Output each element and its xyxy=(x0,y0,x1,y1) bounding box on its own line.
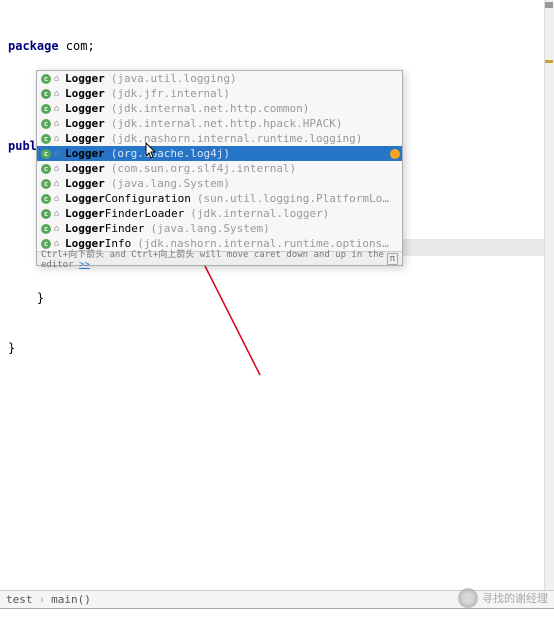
completion-item[interactable]: c⌂LoggerFinderLoader (jdk.internal.logger… xyxy=(37,206,402,221)
class-icon: c xyxy=(41,224,51,234)
completion-package: (jdk.nashorn.internal.runtime.logging) xyxy=(111,132,363,145)
completion-package: (sun.util.logging.PlatformLo… xyxy=(197,192,389,205)
completion-name: Logger xyxy=(65,132,105,145)
chevron-right-icon: › xyxy=(39,593,46,606)
keyword-package: package xyxy=(8,39,59,53)
lock-icon: ⌂ xyxy=(54,224,62,234)
completion-name: Logger xyxy=(65,117,105,130)
completion-package: (jdk.internal.net.http.common) xyxy=(111,102,310,115)
completion-package: (jdk.jfr.internal) xyxy=(111,87,230,100)
scrollbar-warning-marker[interactable] xyxy=(545,60,553,63)
completion-name: LoggerConfiguration xyxy=(65,192,191,205)
completion-name: Logger xyxy=(65,87,105,100)
vertical-scrollbar[interactable] xyxy=(544,0,554,624)
completion-name: Logger xyxy=(65,162,105,175)
completion-more-link[interactable]: >> xyxy=(79,260,90,270)
class-icon: c xyxy=(41,209,51,219)
lock-icon: ⌂ xyxy=(54,149,62,159)
lock-icon: ⌂ xyxy=(54,134,62,144)
completion-package: (org.apache.log4j) xyxy=(111,147,230,160)
completion-package: (java.util.logging) xyxy=(111,72,237,85)
completion-item[interactable]: c⌂Logger (jdk.internal.net.http.common) xyxy=(37,101,402,116)
lock-icon: ⌂ xyxy=(54,209,62,219)
completion-item[interactable]: c⌂LoggerFinder (java.lang.System) xyxy=(37,221,402,236)
code-completion-popup[interactable]: c⌂Logger(java.util.logging)c⌂Logger(jdk.… xyxy=(36,70,403,266)
class-icon: c xyxy=(41,149,51,159)
watermark-text: 寻找的谢经理 xyxy=(482,590,548,606)
completion-package: (java.lang.System) xyxy=(111,177,230,190)
lock-icon: ⌂ xyxy=(54,179,62,189)
completion-name: Logger xyxy=(65,177,105,190)
breadcrumb-item[interactable]: test xyxy=(6,593,33,606)
completion-name: Logger xyxy=(65,102,105,115)
code-text: } xyxy=(8,290,546,307)
completion-item[interactable]: c⌂Logger (jdk.internal.net.http.hpack.HPA… xyxy=(37,116,402,131)
completion-item[interactable]: c⌂Logger (jdk.jfr.internal) xyxy=(37,86,402,101)
completion-name: LoggerFinder xyxy=(65,222,145,235)
completion-item[interactable]: c⌂Logger (java.lang.System) xyxy=(37,176,402,191)
class-icon: c xyxy=(41,179,51,189)
completion-package: (jdk.internal.logger) xyxy=(190,207,329,220)
class-icon: c xyxy=(41,74,51,84)
class-icon: c xyxy=(41,164,51,174)
watermark: 寻找的谢经理 xyxy=(458,588,548,608)
scrollbar-handle[interactable] xyxy=(545,2,553,8)
pi-icon[interactable]: π xyxy=(387,253,398,265)
lock-icon: ⌂ xyxy=(54,89,62,99)
lock-icon: ⌂ xyxy=(54,194,62,204)
lock-icon: ⌂ xyxy=(54,74,62,84)
class-icon: c xyxy=(41,104,51,114)
lock-icon: ⌂ xyxy=(54,104,62,114)
completion-name: Logger xyxy=(65,72,105,85)
completion-package: (java.lang.System) xyxy=(151,222,270,235)
completion-footer: Ctrl+向下箭头 and Ctrl+向上箭头 will move caret … xyxy=(37,251,402,265)
completion-hint-text: Ctrl+向下箭头 and Ctrl+向上箭头 will move caret … xyxy=(41,250,384,270)
wechat-icon xyxy=(458,588,478,608)
completion-item[interactable]: c⌂LoggerConfiguration (sun.util.logging.P… xyxy=(37,191,402,206)
class-icon: c xyxy=(41,134,51,144)
completion-package: (jdk.internal.net.http.hpack.HPACK) xyxy=(111,117,343,130)
class-icon: c xyxy=(41,89,51,99)
completion-item[interactable]: c⌂Logger (jdk.nashorn.internal.runtime.lo… xyxy=(37,131,402,146)
completion-item[interactable]: c⌂Logger (org.apache.log4j) xyxy=(37,146,402,161)
class-icon: c xyxy=(41,119,51,129)
lock-icon: ⌂ xyxy=(54,164,62,174)
lock-icon: ⌂ xyxy=(54,119,62,129)
completion-name: Logger xyxy=(65,147,105,160)
code-text: com; xyxy=(59,39,95,53)
breadcrumb-item[interactable]: main() xyxy=(51,593,91,606)
lightbulb-icon[interactable] xyxy=(390,149,400,159)
code-text: } xyxy=(8,340,546,357)
class-icon: c xyxy=(41,194,51,204)
bottom-border xyxy=(0,608,554,624)
completion-item[interactable]: c⌂Logger (com.sun.org.slf4j.internal) xyxy=(37,161,402,176)
completion-item[interactable]: c⌂Logger (java.util.logging) xyxy=(37,71,402,86)
completion-package: (com.sun.org.slf4j.internal) xyxy=(111,162,296,175)
completion-name: LoggerFinderLoader xyxy=(65,207,184,220)
